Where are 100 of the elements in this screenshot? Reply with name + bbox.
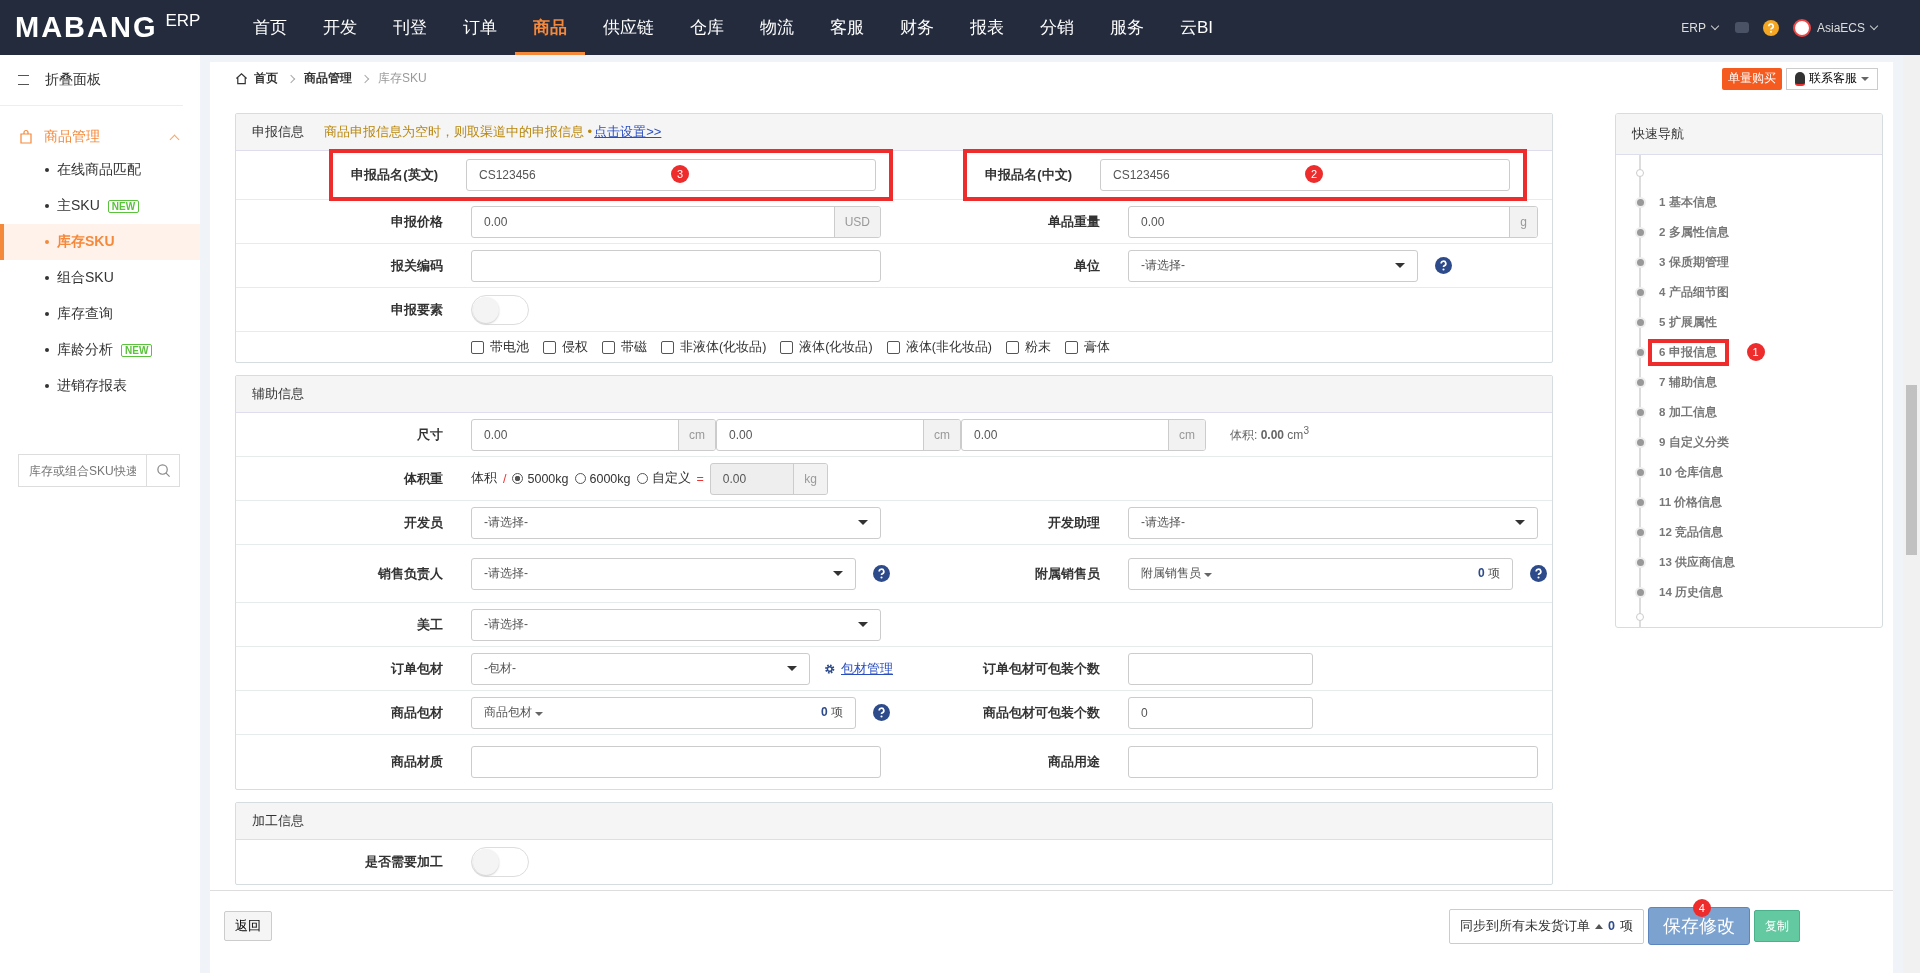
- sidebar-item[interactable]: 库龄分析 NEW: [0, 332, 200, 368]
- breadcrumb-link[interactable]: 商品管理: [304, 70, 352, 87]
- select-field[interactable]: -请选择-: [1128, 506, 1538, 539]
- toggle-switch[interactable]: [471, 294, 529, 325]
- checkbox[interactable]: 膏体: [1065, 338, 1110, 356]
- packaging-management-link[interactable]: 包材管理: [841, 659, 893, 678]
- input-field[interactable]: CS123456 2: [1100, 159, 1510, 191]
- menu-item[interactable]: 首页: [235, 0, 305, 55]
- input-field[interactable]: [1128, 652, 1313, 685]
- checkbox[interactable]: 带磁: [602, 338, 647, 356]
- input-field[interactable]: 0.00 USD: [471, 205, 881, 238]
- input-field[interactable]: 0.00 g: [1128, 205, 1538, 238]
- menu-item[interactable]: 开发: [305, 0, 375, 55]
- checkbox[interactable]: 侵权: [543, 338, 588, 356]
- quick-nav-link[interactable]: 11 价格信息: [1655, 490, 1733, 514]
- menu-item[interactable]: 商品: [515, 0, 585, 55]
- field-label: 单品重量: [1047, 212, 1101, 231]
- sidebar-item[interactable]: 主SKU NEW: [0, 188, 200, 224]
- help-icon[interactable]: [873, 704, 890, 721]
- input-field[interactable]: 0.00 cm: [961, 418, 1206, 451]
- radio-option[interactable]: 5000kg: [512, 471, 569, 486]
- quick-nav-link[interactable]: 9 自定义分类: [1655, 430, 1739, 454]
- checkbox[interactable]: 带电池: [471, 338, 529, 356]
- input-field[interactable]: 0.00 cm: [471, 418, 716, 451]
- quick-nav-link[interactable]: 13 供应商信息: [1655, 550, 1745, 574]
- input-field[interactable]: CS123456 3: [466, 159, 876, 191]
- menu-item[interactable]: 服务: [1092, 0, 1162, 55]
- sidebar-item[interactable]: 组合SKU: [0, 260, 200, 296]
- input-field[interactable]: 0: [1128, 696, 1313, 729]
- timeline-dot-icon: [1637, 468, 1644, 476]
- input-field[interactable]: 0.00 kg: [709, 462, 828, 495]
- menu-item[interactable]: 订单: [445, 0, 515, 55]
- input-field[interactable]: [471, 746, 881, 778]
- step-badge: 2: [1305, 165, 1323, 183]
- menu-item[interactable]: 客服: [812, 0, 882, 55]
- breadcrumb-link[interactable]: 首页: [254, 70, 278, 87]
- select-field[interactable]: -请选择-: [471, 506, 881, 539]
- help-icon[interactable]: [1762, 19, 1779, 36]
- radio-option[interactable]: 6000kg: [574, 471, 631, 486]
- select-field[interactable]: -请选择-: [471, 557, 856, 590]
- search-button[interactable]: [146, 454, 180, 487]
- quick-nav-link[interactable]: 5 扩展属性: [1655, 310, 1727, 334]
- timeline-dot-icon: [1637, 288, 1644, 296]
- collapse-panel-button[interactable]: 折叠面板: [0, 55, 183, 106]
- quick-nav-link[interactable]: 2 多属性信息: [1655, 220, 1739, 244]
- checkbox[interactable]: 非液体(化妆品): [661, 338, 767, 356]
- field-label: 商品包材可包装个数: [982, 703, 1101, 722]
- toggle-switch[interactable]: [471, 847, 529, 877]
- checkbox[interactable]: 粉末: [1006, 338, 1051, 356]
- menu-item[interactable]: 供应链: [585, 0, 672, 55]
- quick-nav-link[interactable]: 14 历史信息: [1655, 580, 1733, 604]
- menu-item[interactable]: 仓库: [672, 0, 742, 55]
- timeline-dot-icon: [1636, 169, 1644, 177]
- quick-nav-link[interactable]: 1 基本信息: [1655, 190, 1727, 214]
- quick-nav-link[interactable]: 10 仓库信息: [1655, 460, 1733, 484]
- select-field[interactable]: -请选择-: [1128, 249, 1418, 282]
- menu-item[interactable]: 云BI: [1162, 0, 1232, 55]
- back-button[interactable]: 返回: [224, 911, 272, 941]
- select-field[interactable]: -请选择-: [471, 608, 881, 641]
- settings-link[interactable]: 点击设置>>: [594, 123, 662, 141]
- avatar-icon[interactable]: [1792, 18, 1811, 37]
- equals-mark: =: [696, 471, 704, 486]
- timeline-dot-icon: [1637, 588, 1644, 596]
- help-icon[interactable]: [1435, 257, 1452, 274]
- menu-item[interactable]: 财务: [882, 0, 952, 55]
- timeline-dot-icon: [1637, 348, 1644, 356]
- menu-item[interactable]: 刊登: [375, 0, 445, 55]
- sync-orders-dropdown[interactable]: 同步到所有未发货订单 0 项: [1449, 908, 1644, 944]
- checkbox[interactable]: 液体(非化妆品): [886, 338, 992, 356]
- sidebar-item[interactable]: 库存查询: [0, 296, 200, 332]
- input-field[interactable]: [1128, 746, 1538, 778]
- new-badge: NEW: [107, 199, 140, 213]
- user-menu[interactable]: AsiaECS: [1816, 20, 1880, 35]
- erp-menu[interactable]: ERP: [1681, 20, 1721, 35]
- scrollbar[interactable]: [1903, 55, 1920, 973]
- help-icon[interactable]: [873, 565, 890, 582]
- quick-nav-link[interactable]: 6 申报信息: [1648, 338, 1729, 366]
- contact-support-button[interactable]: 联系客服: [1786, 67, 1878, 90]
- message-icon[interactable]: [1734, 22, 1749, 33]
- sidebar-item[interactable]: 进销存报表: [0, 368, 200, 404]
- select-field[interactable]: -包材-: [471, 652, 810, 685]
- input-field[interactable]: [471, 249, 881, 282]
- quick-nav-link[interactable]: 3 保质期管理: [1655, 250, 1739, 274]
- menu-item[interactable]: 分销: [1022, 0, 1092, 55]
- quick-nav-link[interactable]: 7 辅助信息: [1655, 370, 1727, 394]
- quick-nav-link[interactable]: 4 产品细节图: [1655, 280, 1739, 304]
- step-badge: 1: [1746, 343, 1765, 361]
- multi-select-field[interactable]: 附属销售员 0 项: [1128, 557, 1513, 590]
- menu-item[interactable]: 物流: [742, 0, 812, 55]
- quick-nav-link[interactable]: 8 加工信息: [1655, 400, 1727, 424]
- help-icon[interactable]: [1530, 565, 1547, 582]
- checkbox[interactable]: 液体(化妆品): [780, 338, 873, 356]
- quick-nav-link[interactable]: 12 竞品信息: [1655, 520, 1733, 544]
- sidebar-item[interactable]: 在线商品匹配: [0, 152, 200, 188]
- input-field[interactable]: 0.00 cm: [716, 418, 961, 451]
- radio-option[interactable]: 自定义: [636, 470, 691, 487]
- multi-select-field[interactable]: 商品包材 0 项: [471, 696, 856, 729]
- menu-item[interactable]: 报表: [952, 0, 1022, 55]
- logo[interactable]: MABANG: [15, 11, 158, 44]
- search-icon: [155, 463, 171, 478]
